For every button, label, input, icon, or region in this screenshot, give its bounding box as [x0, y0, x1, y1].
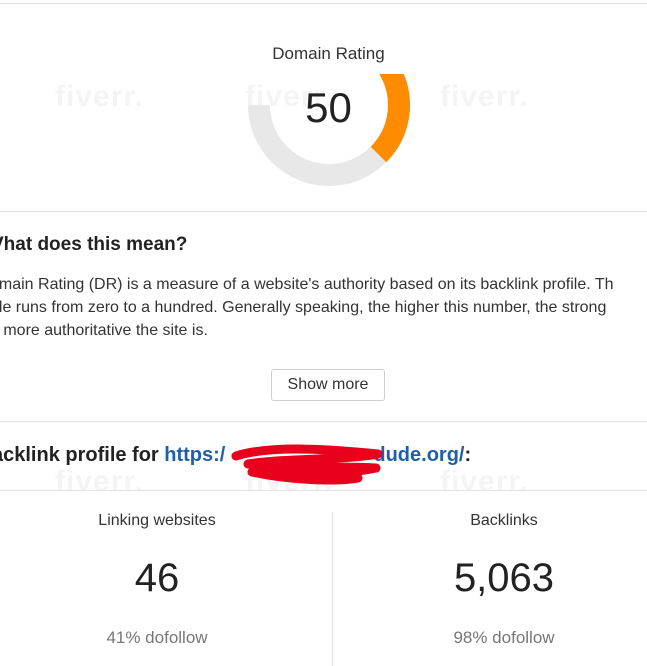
watermark: fiverr. [55, 465, 144, 499]
description-line: d more authoritative the site is. [0, 322, 208, 339]
backlinks-label: Backlinks [470, 512, 538, 529]
backlink-profile-label: acklink profile for [0, 444, 165, 466]
description-line: ale runs from zero to a hundred. General… [0, 299, 607, 316]
linking-websites-value: 46 [134, 556, 180, 600]
show-more-button[interactable]: Show more [271, 369, 385, 401]
backlinks-value: 5,063 [453, 556, 555, 600]
top-divider [0, 3, 647, 4]
linking-websites-label: Linking websites [98, 512, 216, 529]
domain-rating-title: Domain Rating [272, 44, 385, 63]
description-line: omain Rating (DR) is a measure of a webs… [0, 276, 614, 293]
meaning-description: omain Rating (DR) is a measure of a webs… [0, 273, 647, 342]
section-divider [0, 490, 647, 491]
domain-report-page: fiverr. fiverr. fiverr. fiverr. fiverr. … [0, 0, 647, 666]
watermark: fiverr. [440, 465, 529, 499]
meaning-heading: Vhat does this mean? [0, 234, 188, 255]
stats-divider [332, 512, 333, 666]
domain-rating-value: 50 [305, 84, 352, 131]
backlinks-dofollow: 98% dofollow [453, 628, 555, 647]
section-divider [0, 211, 647, 212]
redaction-scribble [231, 444, 383, 485]
section-divider [0, 421, 647, 422]
linking-websites-dofollow: 41% dofollow [106, 628, 208, 647]
